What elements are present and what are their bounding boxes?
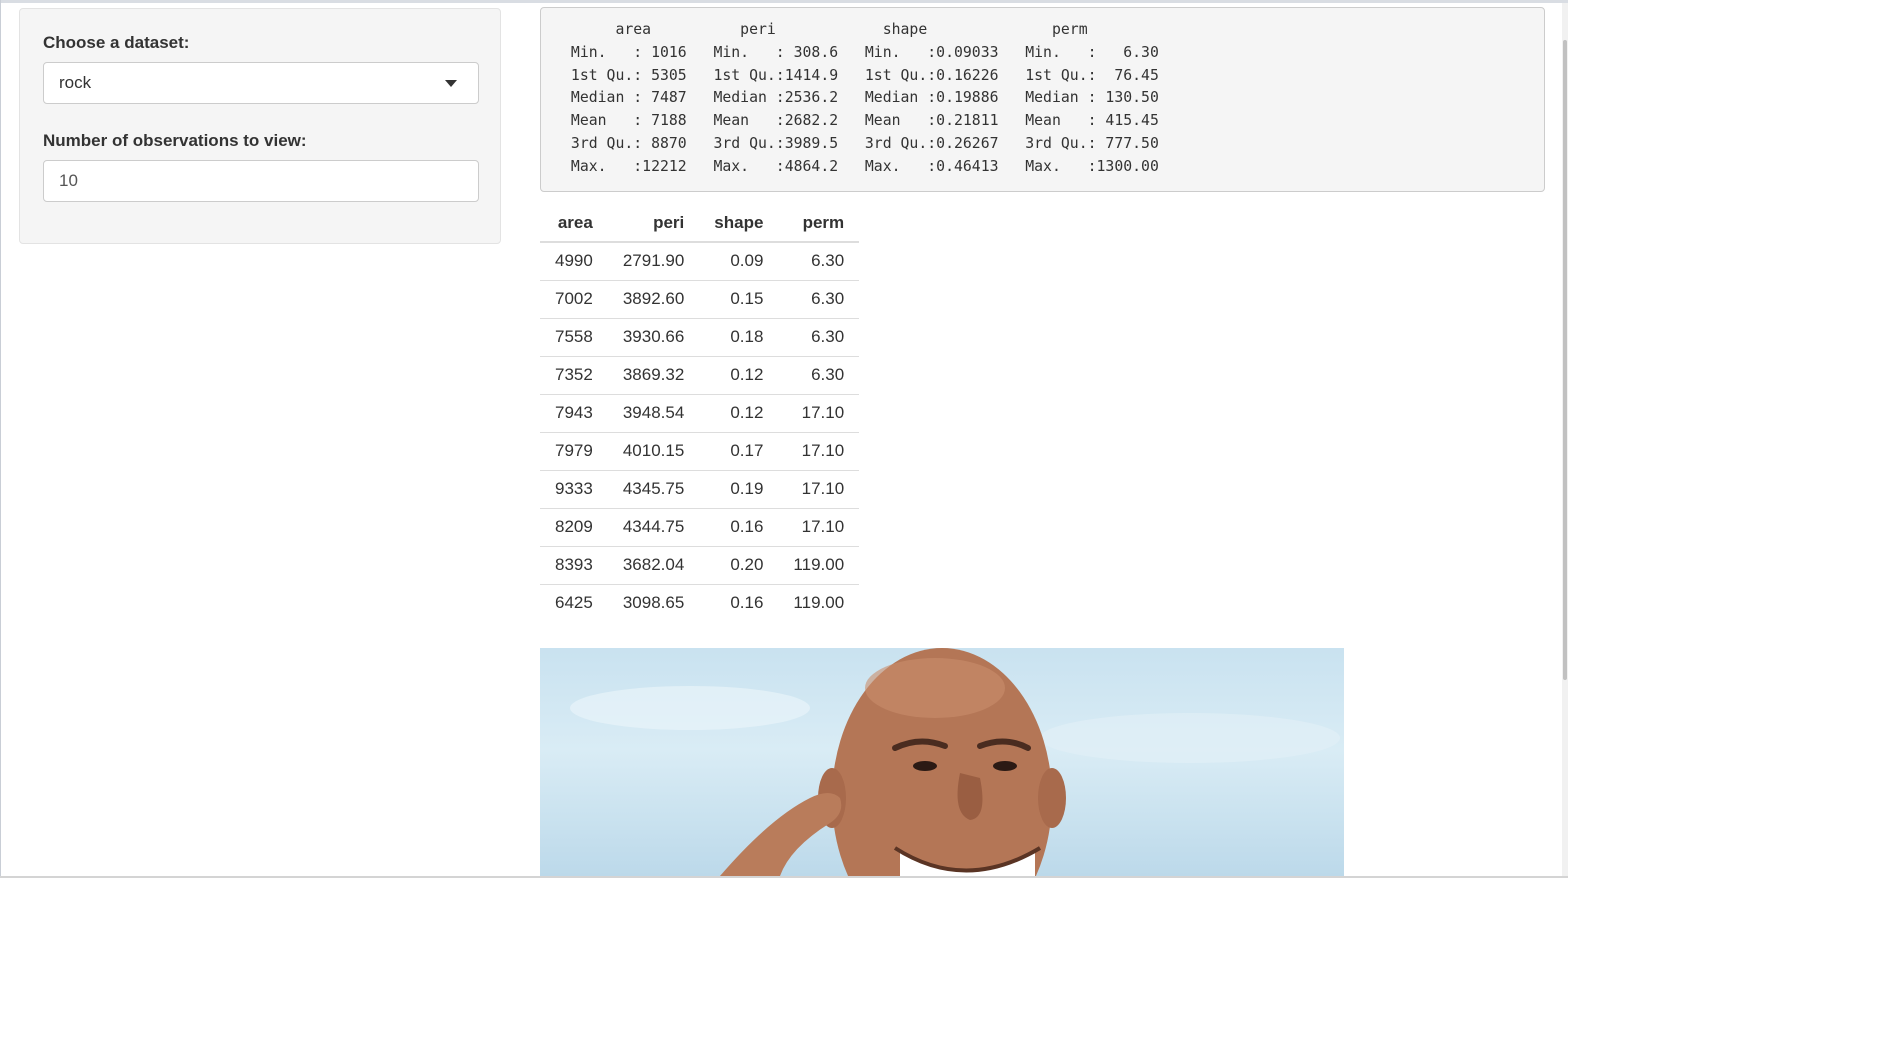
- dataset-select[interactable]: rock: [43, 62, 479, 104]
- table-row: 7352 3869.32 0.12 6.30: [540, 355, 860, 394]
- observations-label: Number of observations to view:: [43, 131, 307, 150]
- table-row: 7943 3948.54 0.12 17.10: [540, 393, 860, 432]
- table-cell: 7352: [540, 355, 608, 394]
- table-row: 7002 3892.60 0.15 6.30: [540, 279, 860, 318]
- summary-line: 3rd Qu.: 8870 3rd Qu.:3989.5 3rd Qu.:0.2…: [562, 134, 1177, 152]
- table-row: 6425 3098.65 0.16 119.00: [540, 583, 860, 622]
- portrait-illustration: [570, 648, 1340, 876]
- table-cell: 7002: [540, 279, 608, 318]
- table-cell: 4345.75: [607, 469, 700, 508]
- caret-down-icon: [445, 80, 457, 87]
- table-cell: 4990: [555, 251, 593, 271]
- table-cell: 3682.04: [607, 545, 700, 584]
- data-table: area peri shape perm 4990 2791.90 0.09 6.30…: [540, 204, 860, 622]
- table-cell: 0.20: [699, 545, 779, 584]
- table-cell: 7558: [540, 317, 608, 356]
- table-cell: 0.19: [699, 469, 779, 508]
- table-cell: 3098.65: [607, 583, 700, 622]
- table-cell: 119.00: [778, 545, 860, 584]
- dataset-label: Choose a dataset:: [43, 33, 190, 52]
- column-header: shape: [699, 204, 779, 243]
- dataset-select-value: rock: [59, 73, 92, 92]
- scrollbar-thumb[interactable]: [1563, 40, 1567, 680]
- table-cell: 3892.60: [607, 279, 700, 318]
- table-cell: 6.30: [778, 317, 860, 356]
- table-cell: 4010.15: [607, 431, 700, 470]
- table-cell: 0.09: [730, 251, 764, 271]
- table-cell: 17.10: [778, 393, 860, 432]
- table-header-row: area peri shape perm: [540, 204, 860, 243]
- table-row: 9333 4345.75 0.19 17.10: [540, 469, 860, 508]
- table-cell: 3948.54: [607, 393, 700, 432]
- summary-header-line: area peri shape perm: [562, 21, 1159, 38]
- table-cell: 9333: [540, 469, 608, 508]
- table-cell: 0.16: [699, 583, 779, 622]
- table-cell: 0.16: [699, 507, 779, 546]
- table-cell: 3869.32: [607, 355, 700, 394]
- table-cell: 8209: [540, 507, 608, 546]
- table-cell: 0.12: [699, 393, 779, 432]
- table-cell: 7943: [540, 393, 608, 432]
- summary-line: Max. :12212 Max. :4864.2 Max. :0.46413 M…: [562, 157, 1177, 175]
- column-header: peri: [607, 204, 700, 243]
- table-row: 7979 4010.15 0.17 17.10: [540, 431, 860, 470]
- summary-output: area peri shape perm Min. : 1016 Min. : …: [540, 7, 1545, 192]
- table-cell: 6425: [540, 583, 608, 622]
- table-row: 4990 2791.90 0.09 6.30: [540, 242, 859, 280]
- summary-line: 1st Qu.: 5305 1st Qu.:1414.9 1st Qu.:0.1…: [562, 66, 1177, 84]
- table-cell: 6.30: [778, 279, 860, 318]
- table-cell: 0.15: [699, 279, 779, 318]
- summary-line: Mean : 7188 Mean :2682.2 Mean :0.21811 M…: [562, 112, 1177, 130]
- window-top-border: [0, 0, 1568, 3]
- summary-line: Median : 7487 Median :2536.2 Median :0.1…: [562, 89, 1177, 107]
- table-cell: 119.00: [778, 583, 860, 622]
- table-cell: 0.18: [699, 317, 779, 356]
- portrait-image: [540, 648, 1344, 876]
- table-cell: 7979: [540, 431, 608, 470]
- table-row: 7558 3930.66 0.18 6.30: [540, 317, 860, 356]
- table-cell: 17.10: [778, 469, 860, 508]
- summary-line: Min. : 1016 Min. : 308.6 Min. :0.09033 M…: [562, 43, 1177, 61]
- table-row: 8393 3682.04 0.20 119.00: [540, 545, 860, 584]
- sidebar-panel: Choose a dataset: rock Number of observa…: [19, 8, 501, 244]
- observations-input[interactable]: 10: [43, 160, 479, 202]
- column-header: area: [540, 204, 608, 243]
- table-cell: 0.12: [699, 355, 779, 394]
- table-cell: 17.10: [778, 507, 860, 546]
- window-bottom-border: [0, 876, 1568, 878]
- table-cell: 4344.75: [607, 507, 700, 546]
- table-cell: 17.10: [778, 431, 860, 470]
- table-cell: 2791.90: [622, 251, 685, 271]
- column-header: perm: [778, 204, 860, 243]
- table-cell: 6.30: [811, 251, 845, 271]
- table-cell: 6.30: [778, 355, 860, 394]
- table-cell: 3930.66: [607, 317, 700, 356]
- table-cell: 0.17: [699, 431, 779, 470]
- window-left-border: [0, 0, 1, 878]
- table-cell: 8393: [540, 545, 608, 584]
- table-row: 8209 4344.75 0.16 17.10: [540, 507, 860, 546]
